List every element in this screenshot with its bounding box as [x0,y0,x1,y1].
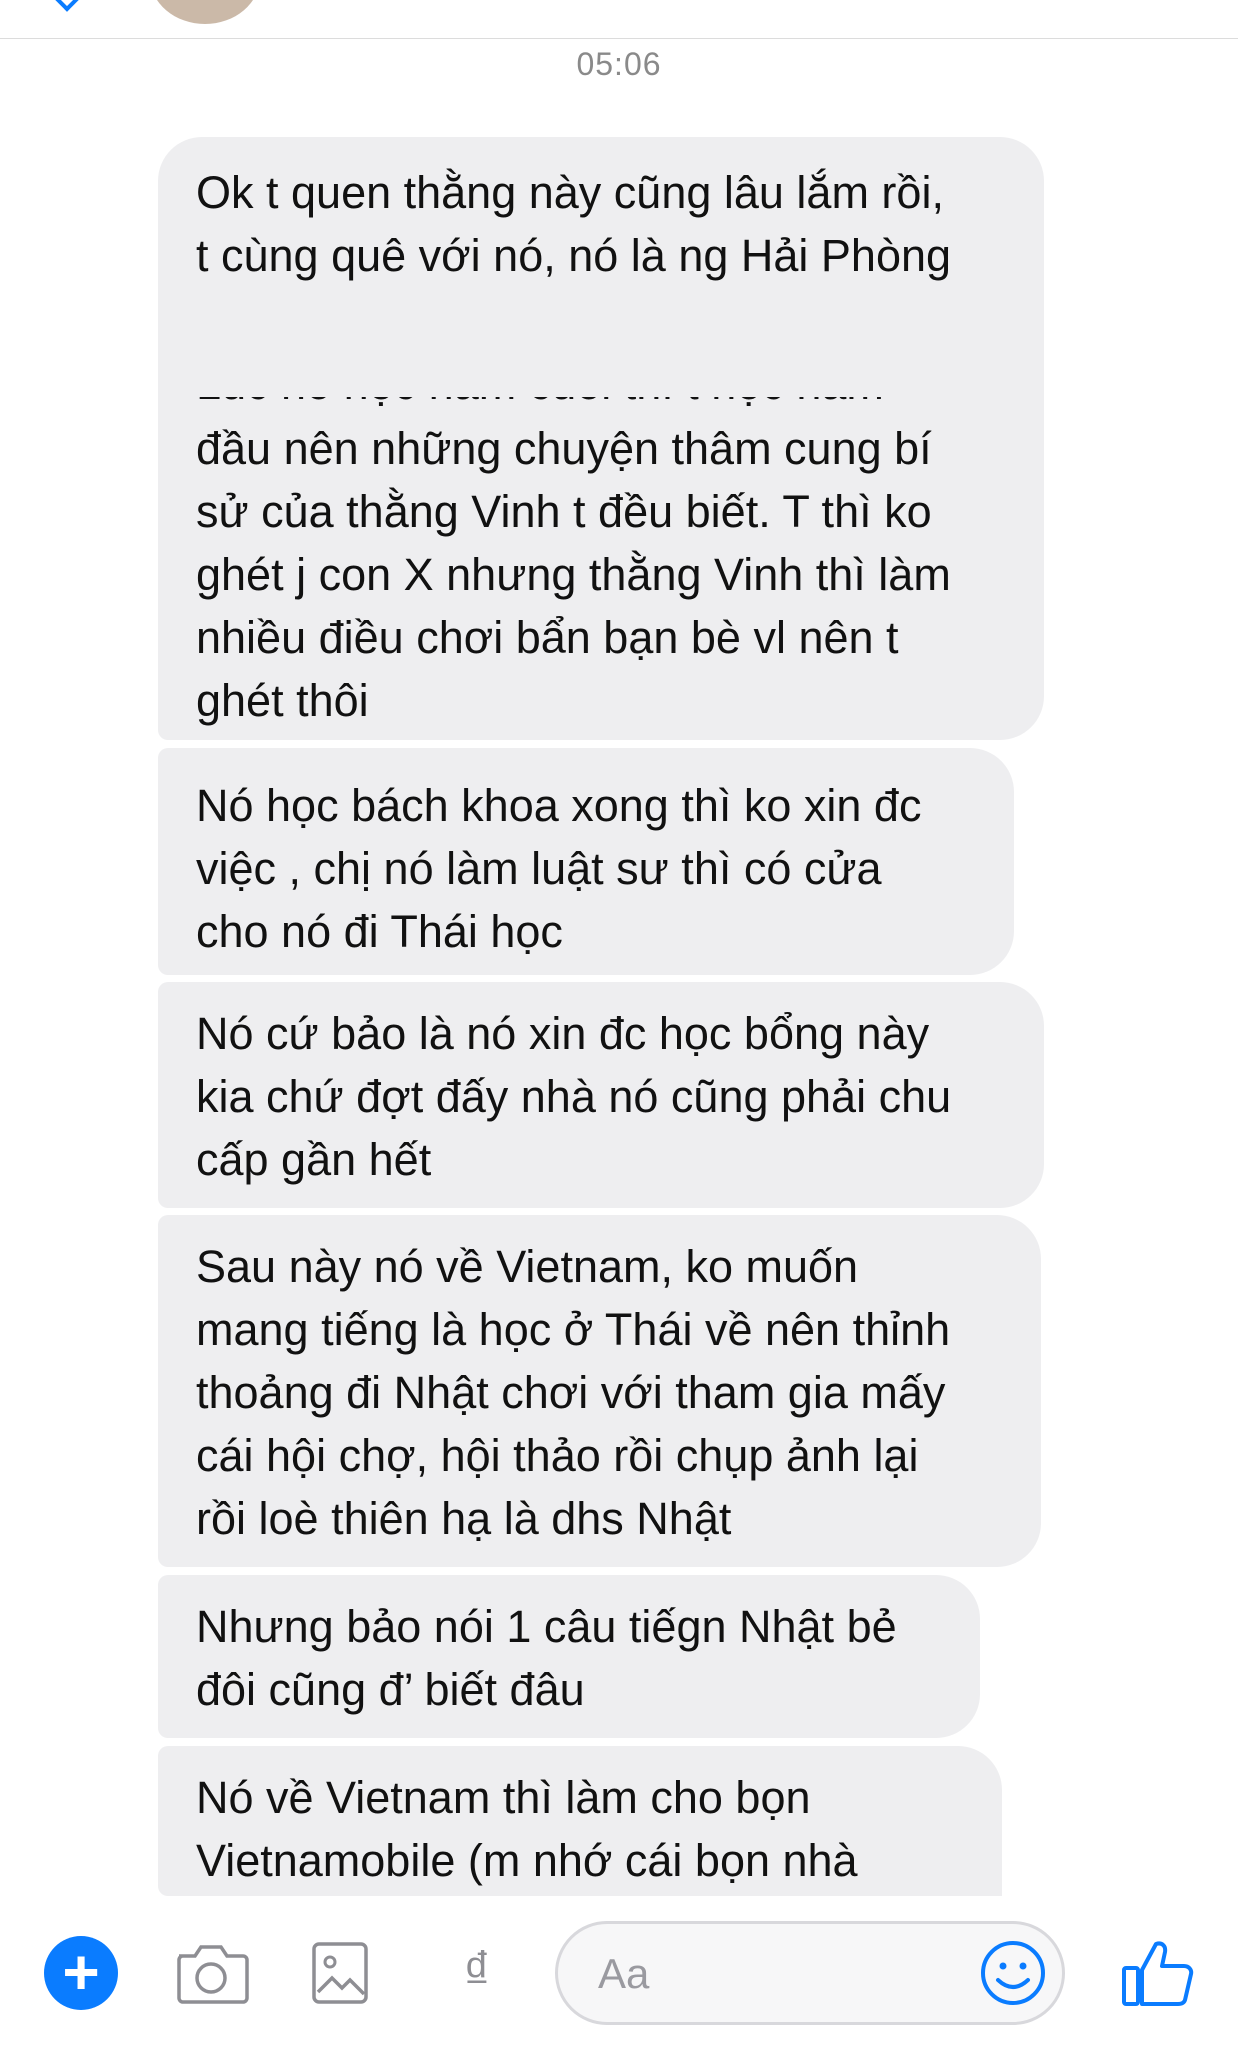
message-input[interactable] [596,1942,930,2006]
message-line: cái hội chợ, hội thảo rồi chụp ảnh lại [196,1430,919,1481]
plus-icon[interactable]: + [44,1936,118,2010]
message-line: ghét thôi [196,675,369,726]
message-line: ghét j con X nhưng thằng Vinh thì làm [196,549,951,600]
top-bar [0,0,1238,39]
chevron-left-icon[interactable] [54,0,80,12]
contact-avatar[interactable] [150,0,260,24]
message-bubble[interactable]: Ok t quen thằng này cũng lâu lắm rồi, t … [158,137,1044,740]
message-bubble[interactable]: Nhưng bảo nói 1 câu tiếgn Nhật bẻ đôi cũ… [158,1575,980,1738]
message-line: cho nó đi Thái học [196,906,563,957]
message-line: thoảng đi Nhật chơi với tham gia mấy [196,1367,946,1418]
message-timestamp: 05:06 [576,46,662,82]
message-line: mang tiếng là học ở Thái về nên thỉnh [196,1304,951,1355]
message-line: Vietnamobile (m nhớ cái bọn nhà [196,1835,858,1886]
clipped-message-line: Lúc nó học năm cuối thì t học năm [196,397,1006,417]
message-bubble[interactable]: Nó học bách khoa xong thì ko xin đc việc… [158,748,1014,975]
message-line: Nó học bách khoa xong thì ko xin đc [196,780,922,831]
message-line: nhiều điều chơi bẩn bạn bè vl nên t [196,612,899,663]
message-line: Nó cứ bảo là nó xin đc học bổng này [196,1008,930,1059]
message-line: đôi cũng đ’ biết đâu [196,1664,585,1715]
message-composer: + ₫ [0,1896,1238,2048]
message-line: kia chứ đợt đấy nhà nó cũng phải chu [196,1071,952,1122]
message-line: Nhưng bảo nói 1 câu tiếgn Nhật bẻ [196,1601,897,1652]
message-line: sử của thằng Vinh t đều biết. T thì ko [196,486,932,537]
emoji-icon[interactable] [978,1938,1048,2008]
message-bubble[interactable]: Nó cứ bảo là nó xin đc học bổng này kia … [158,982,1044,1208]
message-line: t cùng quê với nó, nó là ng Hải Phòng [196,230,952,281]
message-line: việc , chị nó làm luật sư thì có cửa [196,843,882,894]
message-line: rồi loè thiên hạ là dhs Nhật [196,1493,732,1544]
message-line: cấp gần hết [196,1134,432,1185]
message-line: Nó về Vietnam thì làm cho bọn [196,1772,811,1823]
message-line: Sau này nó về Vietnam, ko muốn [196,1241,859,1292]
message-input-wrapper [555,1921,1065,2025]
camera-icon[interactable] [173,1940,249,2006]
currency-dong-icon[interactable]: ₫ [452,1938,502,2004]
message-line: Ok t quen thằng này cũng lâu lắm rồi, [196,167,944,218]
thumbs-up-icon[interactable] [1118,1932,1198,2012]
message-bubble[interactable]: Sau này nó về Vietnam, ko muốn mang tiến… [158,1215,1041,1567]
message-line: đầu nên những chuyện thâm cung bí [196,423,932,474]
image-gallery-icon[interactable] [310,1940,386,2006]
message-bubble[interactable]: Nó về Vietnam thì làm cho bọn Vietnamobi… [158,1746,1002,1896]
